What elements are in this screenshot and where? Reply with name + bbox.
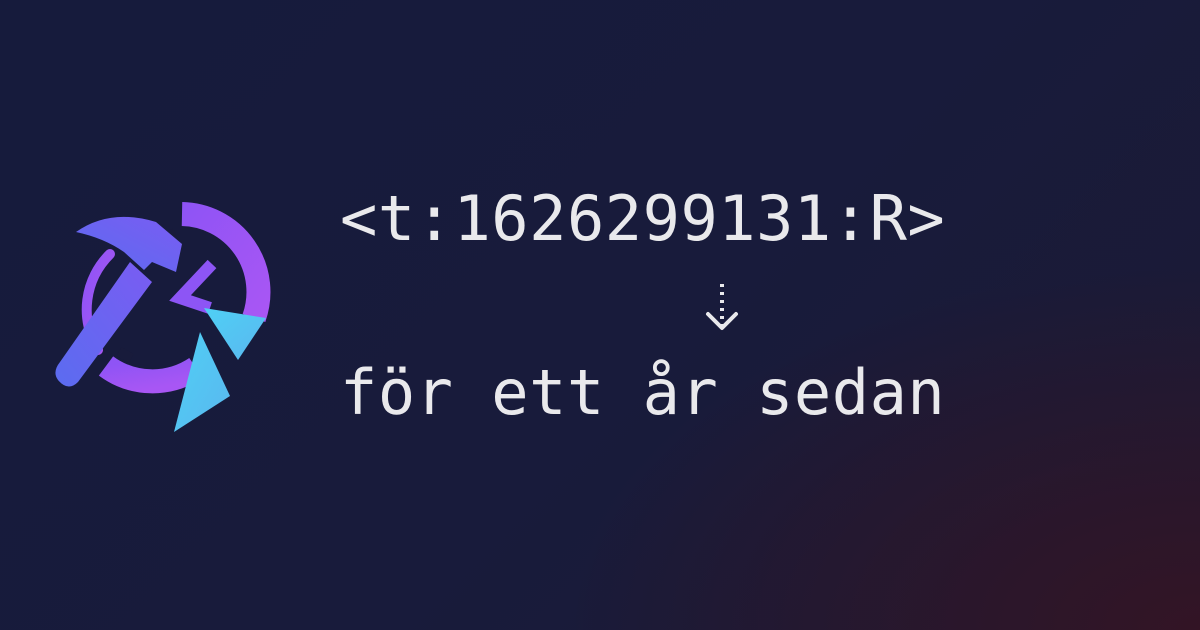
hammer-clock-icon bbox=[55, 202, 271, 432]
logo bbox=[40, 200, 280, 440]
timestamp-code: <t:1626299131:R> bbox=[340, 182, 946, 255]
dotted-arrow-down-icon bbox=[706, 284, 738, 330]
arrow-area bbox=[700, 282, 744, 334]
rendered-relative-time: för ett år sedan bbox=[340, 356, 946, 429]
